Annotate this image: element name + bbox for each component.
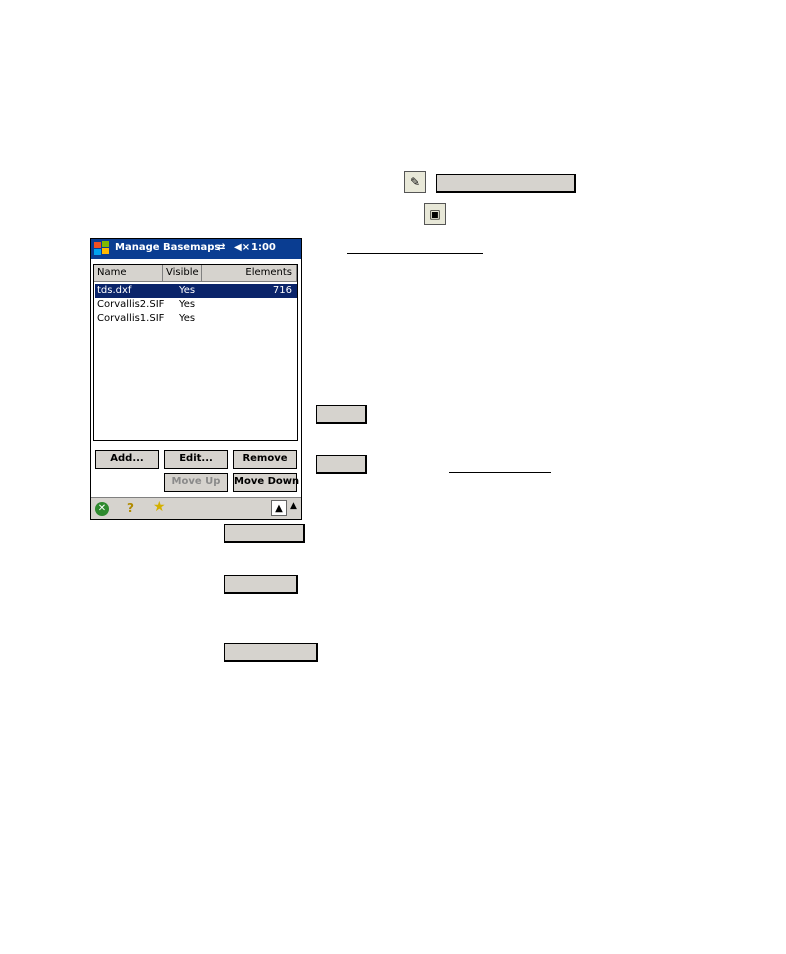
- item-visible: Yes: [179, 285, 196, 296]
- item-name: Corvallis2.SIF: [97, 299, 165, 310]
- sync-arrows-icon[interactable]: ⇄: [217, 242, 225, 253]
- layers-icon: ▣: [424, 203, 446, 225]
- ok-close-icon[interactable]: ✕: [95, 502, 109, 516]
- properties-icon: ✎: [404, 171, 426, 193]
- clock[interactable]: 1:00: [251, 242, 276, 253]
- move-up-button[interactable]: Move Up: [164, 473, 228, 492]
- item-name: tds.dxf: [97, 285, 132, 296]
- star-icon[interactable]: ★: [153, 499, 166, 515]
- field-box: [224, 643, 318, 662]
- add-button[interactable]: Add...: [95, 450, 159, 469]
- list-item[interactable]: tds.dxf Yes 716: [95, 284, 297, 298]
- item-name: Corvallis1.SIF: [97, 313, 165, 324]
- edit-button[interactable]: Edit...: [164, 450, 228, 469]
- basemap-list[interactable]: Name Visible Elements tds.dxf Yes 716 Co…: [93, 264, 298, 441]
- window-title: Manage Basemaps: [115, 242, 221, 253]
- move-down-button[interactable]: Move Down: [233, 473, 299, 492]
- item-visible: Yes: [179, 299, 196, 310]
- list-item[interactable]: Corvallis1.SIF Yes: [95, 312, 297, 326]
- input-panel-icon[interactable]: ▲: [271, 500, 287, 516]
- field-box: [316, 455, 367, 474]
- column-header-visible[interactable]: Visible: [163, 265, 202, 282]
- underline-link: [347, 253, 483, 254]
- underline-link: [449, 472, 551, 473]
- column-header-elements[interactable]: Elements: [202, 265, 297, 282]
- field-box: [224, 575, 298, 594]
- item-elements: 716: [272, 285, 292, 296]
- column-header-name[interactable]: Name: [94, 265, 163, 282]
- field-box: [224, 524, 305, 543]
- title-bar: Manage Basemaps ⇄ ◀× 1:00: [91, 239, 301, 259]
- field-box: [436, 174, 576, 193]
- taskbar: ✕ ? ★ ▲ ▲: [91, 497, 301, 519]
- speaker-muted-icon[interactable]: ◀×: [234, 242, 250, 253]
- help-icon[interactable]: ?: [127, 501, 134, 515]
- list-item[interactable]: Corvallis2.SIF Yes: [95, 298, 297, 312]
- windows-start-icon[interactable]: [93, 240, 111, 258]
- input-menu-arrow-icon[interactable]: ▲: [290, 501, 297, 511]
- field-box: [316, 405, 367, 424]
- manage-basemaps-window: Manage Basemaps ⇄ ◀× 1:00 Name Visible E…: [90, 238, 302, 520]
- remove-button[interactable]: Remove: [233, 450, 297, 469]
- item-visible: Yes: [179, 313, 196, 324]
